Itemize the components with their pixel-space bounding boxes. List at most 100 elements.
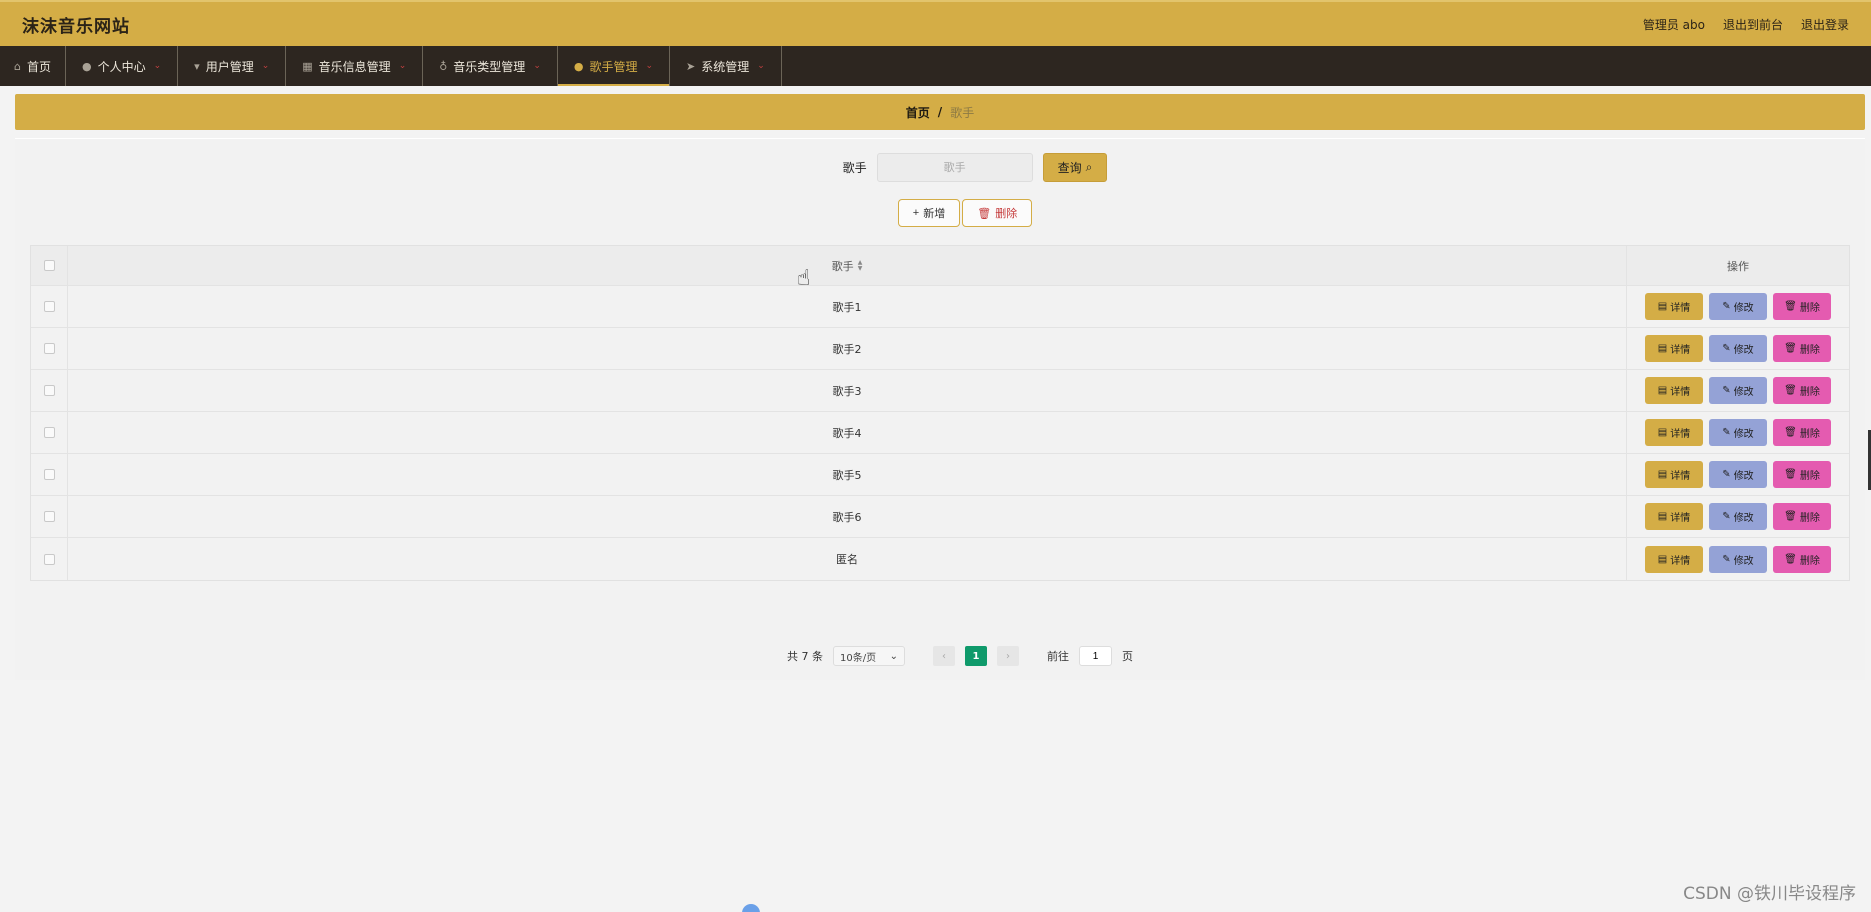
trash-icon: 🗑 <box>1784 301 1797 312</box>
select-all-checkbox[interactable] <box>43 260 55 271</box>
edit-button[interactable]: ✎ 修改 <box>1709 419 1767 446</box>
query-button[interactable]: 查询 ⌕ <box>1042 153 1108 182</box>
edit-button[interactable]: ✎ 修改 <box>1709 293 1767 320</box>
goto-label: 前往 <box>1047 650 1069 663</box>
edit-button[interactable]: ✎ 修改 <box>1709 545 1767 573</box>
hand-cursor-icon: ☝ <box>797 266 811 291</box>
row-actions: ▤ 详情 ✎ 修改 🗑 删除 <box>1627 538 1849 580</box>
admin-user-link[interactable]: 管理员 abo <box>1643 16 1705 33</box>
singer-name-cell: 歌手5 <box>68 454 1627 495</box>
delete-label: 删除 <box>1799 429 1820 440</box>
trash-icon: 🗑 <box>1784 511 1797 522</box>
mic-icon: ♁ <box>439 59 448 73</box>
delete-label: 删除 <box>1799 303 1820 314</box>
delete-label: 删除 <box>1799 387 1820 398</box>
column-header-label: 操作 <box>1727 259 1749 273</box>
trash-icon: 🗑 <box>1784 385 1797 396</box>
delete-button[interactable]: 🗑 删除 <box>1773 293 1831 320</box>
pencil-icon: ✎ <box>1722 343 1731 354</box>
detail-label: 详情 <box>1670 345 1691 356</box>
detail-label: 详情 <box>1670 387 1691 398</box>
detail-label: 详情 <box>1670 429 1691 440</box>
detail-button[interactable]: ▤ 详情 <box>1645 461 1703 488</box>
nav-item-personal-center[interactable]: ● 个人中心 ⌄ <box>66 46 179 86</box>
singer-name-cell: 歌手3 <box>68 370 1627 411</box>
detail-button[interactable]: ▤ 详情 <box>1645 503 1703 530</box>
row-checkbox[interactable] <box>43 343 55 354</box>
nav-item-music-type-management[interactable]: ♁ 音乐类型管理 ⌄ <box>423 46 558 86</box>
detail-button[interactable]: ▤ 详情 <box>1645 293 1703 320</box>
row-checkbox[interactable] <box>43 427 55 438</box>
table-row: 歌手1 ▤ 详情 ✎ 修改 🗑 删除 <box>31 286 1849 328</box>
row-check-cell <box>31 538 68 580</box>
batch-delete-button[interactable]: 🗑 删除 <box>962 199 1033 227</box>
delete-button[interactable]: 🗑 删除 <box>1773 461 1831 488</box>
row-actions: ▤ 详情 ✎ 修改 🗑 删除 <box>1627 454 1849 495</box>
row-checkbox[interactable] <box>43 553 55 565</box>
edit-button[interactable]: ✎ 修改 <box>1709 461 1767 488</box>
row-check-cell <box>31 454 68 495</box>
main-nav: ⌂ 首页 ● 个人中心 ⌄ ▾ 用户管理 ⌄ ▦ 音乐信息管理 ⌄ ♁ 音乐类型… <box>0 46 1871 86</box>
delete-label: 删除 <box>1799 555 1820 567</box>
nav-item-singer-management[interactable]: ● 歌手管理 ⌄ <box>557 46 671 86</box>
logout-link[interactable]: 退出登录 <box>1801 16 1849 33</box>
nav-item-label: 音乐类型管理 <box>453 59 526 74</box>
singer-search-input[interactable] <box>876 153 1033 182</box>
delete-button[interactable]: 🗑 删除 <box>1773 503 1831 530</box>
sort-icon[interactable]: ▲ ▼ <box>858 259 863 272</box>
row-checkbox[interactable] <box>43 385 55 396</box>
add-button[interactable]: + 新增 <box>897 199 961 227</box>
column-header-singer[interactable]: 歌手 ▲ ▼ <box>68 246 1627 285</box>
document-icon: ▤ <box>1657 469 1668 480</box>
calendar-icon: ▦ <box>302 59 313 73</box>
pencil-icon: ✎ <box>1722 553 1731 565</box>
delete-button[interactable]: 🗑 删除 <box>1773 377 1831 404</box>
document-icon: ▤ <box>1657 553 1668 565</box>
breadcrumb-home[interactable]: 首页 <box>906 104 930 121</box>
table-header-row: 歌手 ▲ ▼ 操作 <box>31 246 1849 286</box>
page-number-current[interactable]: 1 <box>965 646 987 666</box>
document-icon: ▤ <box>1657 343 1668 354</box>
column-header-actions: 操作 <box>1627 246 1849 285</box>
edit-label: 修改 <box>1733 303 1754 314</box>
exit-to-front-link[interactable]: 退出到前台 <box>1723 16 1783 33</box>
next-page-button[interactable]: › <box>997 646 1019 666</box>
row-checkbox[interactable] <box>43 301 55 312</box>
search-icon: ⌕ <box>1085 160 1093 174</box>
nav-item-home[interactable]: ⌂ 首页 <box>0 46 66 86</box>
delete-button[interactable]: 🗑 删除 <box>1773 545 1831 573</box>
edit-button[interactable]: ✎ 修改 <box>1709 503 1767 530</box>
goto-page-input[interactable] <box>1079 646 1112 666</box>
row-check-cell <box>31 412 68 453</box>
nav-item-music-info-management[interactable]: ▦ 音乐信息管理 ⌄ <box>286 46 424 86</box>
delete-label: 删除 <box>1799 513 1820 524</box>
page-size-select[interactable]: 10条/页 ⌄ <box>833 646 905 666</box>
chevron-down-icon: ⌄ <box>153 61 162 71</box>
row-checkbox[interactable] <box>43 511 55 522</box>
table-row: 歌手4 ▤ 详情 ✎ 修改 🗑 删除 <box>31 412 1849 454</box>
chevron-down-icon: ⌄ <box>261 61 270 71</box>
edit-button[interactable]: ✎ 修改 <box>1709 377 1767 404</box>
nav-item-user-management[interactable]: ▾ 用户管理 ⌄ <box>178 46 287 86</box>
pencil-icon: ✎ <box>1722 301 1731 312</box>
row-checkbox[interactable] <box>43 469 55 480</box>
document-icon: ▤ <box>1657 427 1668 438</box>
trash-icon: 🗑 <box>1784 469 1797 480</box>
row-actions: ▤ 详情 ✎ 修改 🗑 删除 <box>1627 286 1849 327</box>
prev-page-button[interactable]: ‹ <box>933 646 955 666</box>
chevron-down-icon: ⌄ <box>645 61 654 71</box>
detail-button[interactable]: ▤ 详情 <box>1645 377 1703 404</box>
delete-button[interactable]: 🗑 删除 <box>1773 419 1831 446</box>
trash-icon: 🗑 <box>1784 343 1797 354</box>
detail-button[interactable]: ▤ 详情 <box>1645 419 1703 446</box>
detail-button[interactable]: ▤ 详情 <box>1645 335 1703 362</box>
edit-label: 修改 <box>1733 471 1754 482</box>
nav-item-system-management[interactable]: ➤ 系统管理 ⌄ <box>670 46 782 86</box>
detail-button[interactable]: ▤ 详情 <box>1645 545 1703 573</box>
table-row: 歌手6 ▤ 详情 ✎ 修改 🗑 删除 <box>31 496 1849 538</box>
singer-name-cell: 歌手6 <box>68 496 1627 537</box>
delete-button[interactable]: 🗑 删除 <box>1773 335 1831 362</box>
edit-button[interactable]: ✎ 修改 <box>1709 335 1767 362</box>
page-size-value: 10条/页 <box>840 652 877 664</box>
singer-name-cell: 匿名 <box>68 538 1627 580</box>
